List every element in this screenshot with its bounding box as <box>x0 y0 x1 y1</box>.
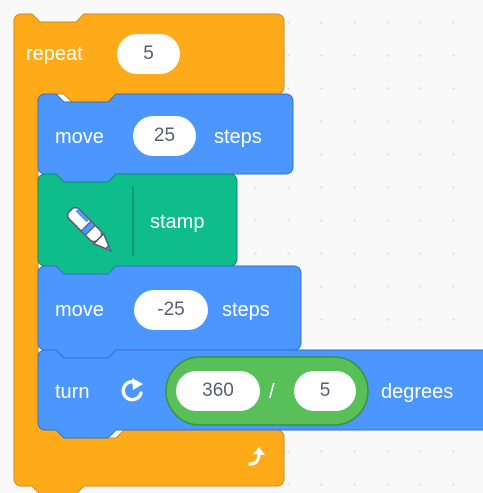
move-steps-input[interactable]: -25 <box>134 290 208 330</box>
move-steps-value: 25 <box>153 125 176 146</box>
operator-left-input[interactable]: 360 <box>176 371 260 411</box>
turn-unit-label: degrees <box>381 381 454 403</box>
move-steps-value: -25 <box>157 299 185 320</box>
move-label: move <box>55 126 104 148</box>
rotate-clockwise-icon <box>119 376 149 406</box>
divide-symbol: / <box>269 381 275 403</box>
stamp-label: stamp <box>150 211 205 233</box>
operator-right-value: 5 <box>319 380 331 401</box>
move-steps-input[interactable]: 25 <box>133 116 196 156</box>
move-unit-label: steps <box>222 299 270 321</box>
pen-icon <box>60 200 122 262</box>
move-unit-label: steps <box>214 126 262 148</box>
turn-label: turn <box>55 381 90 403</box>
operator-left-value: 360 <box>202 380 234 401</box>
loop-arrow-icon <box>242 442 272 472</box>
repeat-label: repeat <box>26 43 83 65</box>
move-label: move <box>55 299 104 321</box>
operator-right-input[interactable]: 5 <box>294 371 356 411</box>
repeat-count-value: 5 <box>143 43 154 64</box>
repeat-count-input[interactable]: 5 <box>117 34 180 74</box>
